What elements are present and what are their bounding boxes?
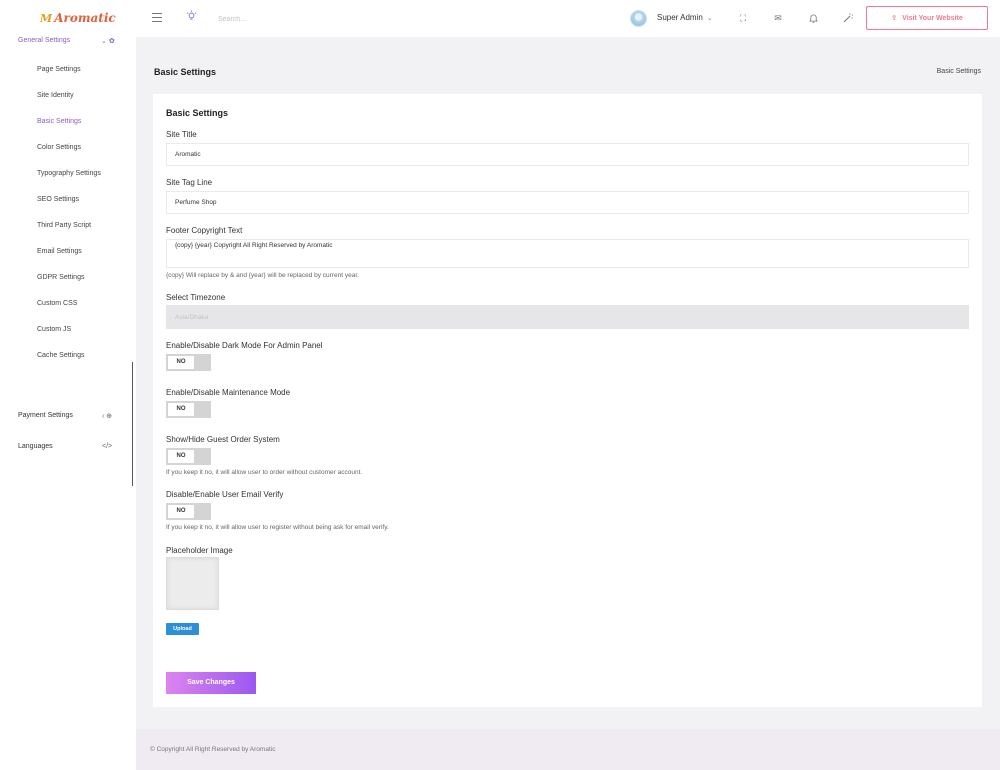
sidebar-item-gdpr-settings[interactable]: GDPR Settings — [37, 274, 84, 281]
wand-svg — [843, 13, 854, 23]
breadcrumb[interactable]: Basic Settings — [937, 68, 981, 75]
dark-mode-toggle[interactable]: NO — [166, 354, 211, 371]
chevron-down-icon[interactable]: ⌄ ✿ — [101, 37, 115, 45]
dark-mode-toggle-label: NO — [168, 356, 194, 369]
site-title-input[interactable]: Aromatic — [166, 143, 969, 166]
site-title-label: Site Title — [166, 130, 197, 139]
maintenance-mode-toggle[interactable]: NO — [166, 401, 211, 418]
footer-copyright-label: Footer Copyright Text — [166, 226, 243, 235]
avatar[interactable] — [630, 10, 647, 27]
timezone-label: Select Timezone — [166, 293, 226, 302]
settings-card: Basic Settings Site Title Aromatic Site … — [153, 94, 982, 707]
maintenance-mode-label: Enable/Disable Maintenance Mode — [166, 388, 291, 397]
logo-text: Aromatic — [54, 11, 116, 25]
upload-button[interactable]: Upload — [166, 623, 199, 635]
bell-svg — [808, 14, 818, 23]
sidebar-item-languages[interactable]: Languages — [18, 443, 53, 450]
sidebar-item-third-party-script[interactable]: Third Party Script — [37, 222, 91, 229]
sidebar-item-seo-settings[interactable]: SEO Settings — [37, 196, 79, 203]
lightbulb-icon[interactable] — [186, 10, 197, 24]
sidebar-item-payment-settings[interactable]: Payment Settings — [18, 412, 73, 419]
visit-website-label: Visit Your Website — [902, 14, 963, 22]
gear-icon: ✿ — [108, 38, 115, 45]
site-tag-line-label: Site Tag Line — [166, 178, 213, 187]
chevron-down-icon: ⌄ — [706, 14, 713, 22]
guest-order-label: Show/Hide Guest Order System — [166, 435, 280, 444]
user-menu[interactable]: Super Admin ⌄ — [657, 13, 713, 22]
top-header: M Aromatic Super Admin ⌄ ⛶ ✉ ⇪ — [0, 0, 1000, 37]
visit-website-button[interactable]: ⇪ Visit Your Website — [866, 6, 988, 30]
email-verify-label: Disable/Enable User Email Verify — [166, 490, 284, 499]
save-changes-button[interactable]: Save Changes — [166, 672, 256, 694]
site-tag-line-input[interactable]: Perfume Shop — [166, 191, 969, 214]
magic-wand-icon[interactable] — [842, 13, 854, 25]
footer-copyright-hint: {copy} Will replace by & and {year} will… — [166, 272, 359, 279]
circle-icon: ⊕ — [106, 413, 113, 420]
dark-mode-label: Enable/Disable Dark Mode For Admin Panel — [166, 341, 323, 350]
timezone-select[interactable]: Asia/Dhaka — [166, 305, 969, 329]
sidebar-item-email-settings[interactable]: Email Settings — [37, 248, 82, 255]
sidebar-item-typography-settings[interactable]: Typography Settings — [37, 170, 101, 177]
email-verify-toggle-label: NO — [168, 505, 194, 518]
sidebar: General Settings ⌄ ✿ Page Settings Site … — [0, 37, 136, 770]
sidebar-item-custom-js[interactable]: Custom JS — [37, 326, 71, 333]
search-input[interactable] — [218, 13, 358, 25]
code-icon[interactable]: </> — [102, 443, 112, 450]
sidebar-item-page-settings[interactable]: Page Settings — [37, 66, 81, 73]
upload-arrow-icon: ⇪ — [891, 15, 898, 22]
sidebar-item-basic-settings[interactable]: Basic Settings — [37, 118, 81, 125]
mail-icon[interactable]: ✉ — [772, 13, 784, 24]
footer-copyright-textarea[interactable]: {copy} {year} Copyright All Right Reserv… — [166, 239, 969, 268]
bell-icon[interactable] — [807, 13, 819, 25]
sidebar-group-general-settings[interactable]: General Settings — [18, 37, 70, 44]
logo-mark: M — [40, 11, 53, 25]
guest-order-toggle[interactable]: NO — [166, 448, 211, 465]
logo[interactable]: M Aromatic — [40, 11, 116, 25]
email-verify-toggle[interactable]: NO — [166, 503, 211, 520]
card-title: Basic Settings — [166, 108, 229, 118]
maintenance-mode-toggle-label: NO — [168, 403, 194, 416]
user-name: Super Admin — [657, 13, 703, 22]
footer-copyright: © Copyright All Right Reserved by Aromat… — [150, 746, 276, 753]
menu-toggle-icon[interactable] — [152, 13, 162, 22]
sidebar-item-site-identity[interactable]: Site Identity — [37, 92, 74, 99]
lightbulb-svg — [186, 10, 197, 20]
sidebar-item-cache-settings[interactable]: Cache Settings — [37, 352, 84, 359]
chevron-left-icon[interactable]: ‹ ⊕ — [102, 412, 112, 420]
email-verify-hint: If you keep it no, it will allow user to… — [166, 524, 389, 531]
sidebar-item-custom-css[interactable]: Custom CSS — [37, 300, 77, 307]
page-title: Basic Settings — [154, 67, 217, 77]
sidebar-scrollbar[interactable] — [132, 362, 133, 486]
guest-order-hint: If you keep it no, it will allow user to… — [166, 469, 363, 476]
placeholder-image-preview — [166, 557, 219, 610]
page-footer: © Copyright All Right Reserved by Aromat… — [136, 729, 1000, 770]
placeholder-image-label: Placeholder Image — [166, 546, 233, 555]
fullscreen-icon[interactable]: ⛶ — [737, 13, 749, 24]
sidebar-item-color-settings[interactable]: Color Settings — [37, 144, 81, 151]
guest-order-toggle-label: NO — [168, 450, 194, 463]
